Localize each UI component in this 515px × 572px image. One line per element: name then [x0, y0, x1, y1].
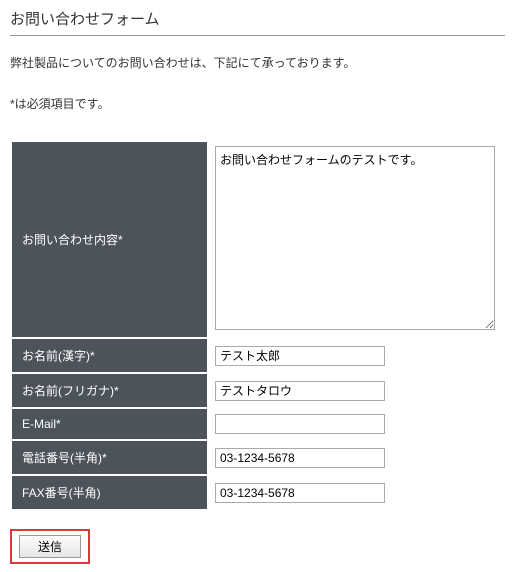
name-kana-input[interactable] [215, 381, 385, 401]
content-textarea[interactable] [215, 146, 495, 330]
label-fax: FAX番号(半角) [12, 476, 207, 509]
intro-text: 弊社製品についてのお問い合わせは、下記にて承っております。 [10, 54, 505, 71]
label-email: E-Mail* [12, 409, 207, 439]
submit-button[interactable]: 送信 [19, 535, 81, 558]
label-tel: 電話番号(半角)* [12, 441, 207, 474]
contact-form-table: お問い合わせ内容* お名前(漢字)* お名前(フリガナ)* E-Mail* 電話… [10, 140, 505, 511]
email-input[interactable] [215, 414, 385, 434]
label-content: お問い合わせ内容* [12, 142, 207, 337]
fax-input[interactable] [215, 483, 385, 503]
submit-highlight: 送信 [10, 529, 90, 564]
label-name-kana: お名前(フリガナ)* [12, 374, 207, 407]
tel-input[interactable] [215, 448, 385, 468]
label-name-kanji: お名前(漢字)* [12, 339, 207, 372]
page-title: お問い合わせフォーム [10, 8, 505, 36]
required-note: *は必須項目です。 [10, 95, 505, 112]
name-kanji-input[interactable] [215, 346, 385, 366]
